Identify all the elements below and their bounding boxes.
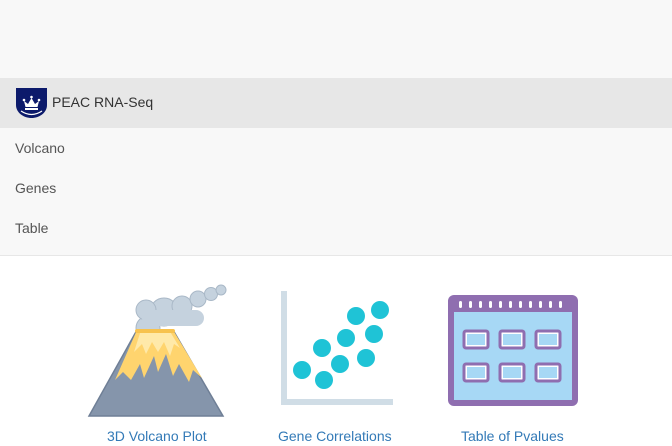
top-blank-area <box>0 0 672 78</box>
nav-menu: Volcano Genes Table <box>0 128 672 256</box>
tile-3d-volcano-plot[interactable]: 3D Volcano Plot <box>80 256 230 446</box>
scatter-plot-icon <box>281 291 393 405</box>
crown-shield-icon[interactable] <box>15 87 48 119</box>
tile-table-of-pvalues[interactable]: Table of Pvalues <box>440 256 590 446</box>
nav-item-table[interactable]: Table <box>15 220 48 236</box>
plot-tiles: 3D Volcano Plot Gene Correlations Table … <box>0 256 672 446</box>
tile-gene-correlations[interactable]: Gene Correlations <box>270 256 400 446</box>
tile-label-gene-correlations[interactable]: Gene Correlations <box>278 428 392 444</box>
nav-item-volcano[interactable]: Volcano <box>15 140 65 156</box>
tile-label-table-of-pvalues[interactable]: Table of Pvalues <box>461 428 564 444</box>
tile-label-3d-volcano-plot[interactable]: 3D Volcano Plot <box>107 428 207 444</box>
calendar-table-icon <box>448 295 578 406</box>
volcano-icon <box>87 284 227 417</box>
brand-title[interactable]: PEAC RNA-Seq <box>52 94 153 110</box>
brand-bar: PEAC RNA-Seq <box>0 78 672 128</box>
nav-item-genes[interactable]: Genes <box>15 180 56 196</box>
